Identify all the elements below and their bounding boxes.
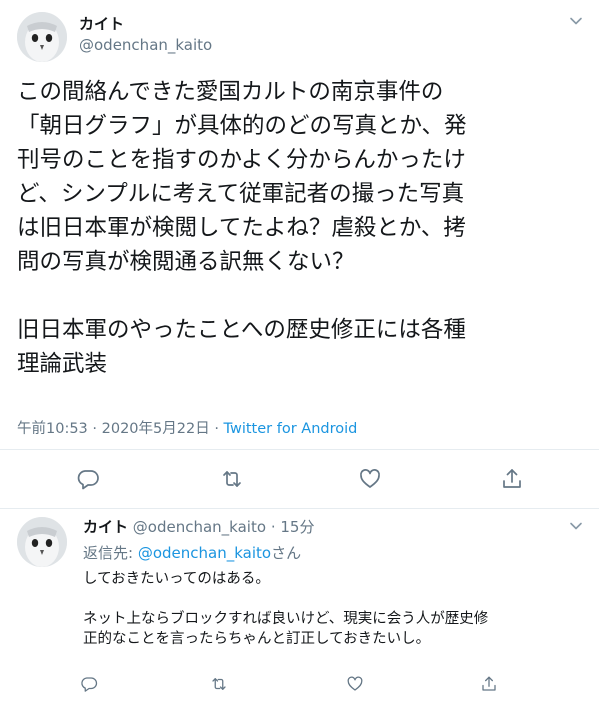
reply-icon[interactable]: [76, 467, 100, 491]
share-icon[interactable]: [480, 675, 498, 693]
avatar[interactable]: [17, 517, 67, 567]
chevron-down-icon[interactable]: [569, 519, 583, 533]
replying-to-prefix: 返信先:: [83, 544, 138, 562]
owl-avatar-icon: [17, 517, 67, 567]
avatar[interactable]: [17, 12, 67, 62]
author-handle[interactable]: @odenchan_kaito: [79, 36, 212, 54]
meta-separator: ·: [270, 518, 276, 536]
reply-display-name[interactable]: カイト: [83, 518, 128, 536]
tweet-date[interactable]: 2020年5月22日: [102, 421, 210, 437]
reply-text: しておきたいってのはある。 ネット上ならブロックすれば良いけど、現実に会う人が歴…: [83, 571, 489, 647]
meta-separator: ·: [92, 421, 98, 437]
like-icon[interactable]: [346, 675, 364, 693]
meta-separator: ·: [214, 421, 219, 437]
divider: [0, 508, 599, 509]
tweet-source-link[interactable]: Twitter for Android: [224, 421, 358, 437]
tweet-meta: 午前10:53 · 2020年5月22日 · Twitter for Andro…: [17, 417, 357, 438]
replying-to: 返信先: @odenchan_kaitoさん: [83, 542, 301, 563]
reply-handle[interactable]: @odenchan_kaito: [133, 518, 266, 536]
retweet-icon[interactable]: [220, 467, 244, 491]
reply-header: カイト @odenchan_kaito · 15分: [83, 516, 314, 537]
replying-to-handle[interactable]: @odenchan_kaito: [138, 544, 271, 562]
divider: [0, 449, 599, 450]
tweet-text: この間絡んできた愛国カルトの南京事件の 「朝日グラフ」が具体的のどの写真とか、発…: [17, 79, 467, 377]
author-display-name[interactable]: カイト: [79, 13, 124, 34]
chevron-down-icon[interactable]: [569, 14, 583, 28]
reply-icon[interactable]: [80, 675, 98, 693]
like-icon[interactable]: [358, 467, 382, 491]
tweet-time[interactable]: 午前10:53: [17, 421, 88, 437]
share-icon[interactable]: [500, 467, 524, 491]
reply-age[interactable]: 15分: [280, 518, 314, 536]
retweet-icon[interactable]: [210, 675, 228, 693]
owl-avatar-icon: [17, 12, 67, 62]
replying-to-suffix: さん: [271, 544, 302, 562]
